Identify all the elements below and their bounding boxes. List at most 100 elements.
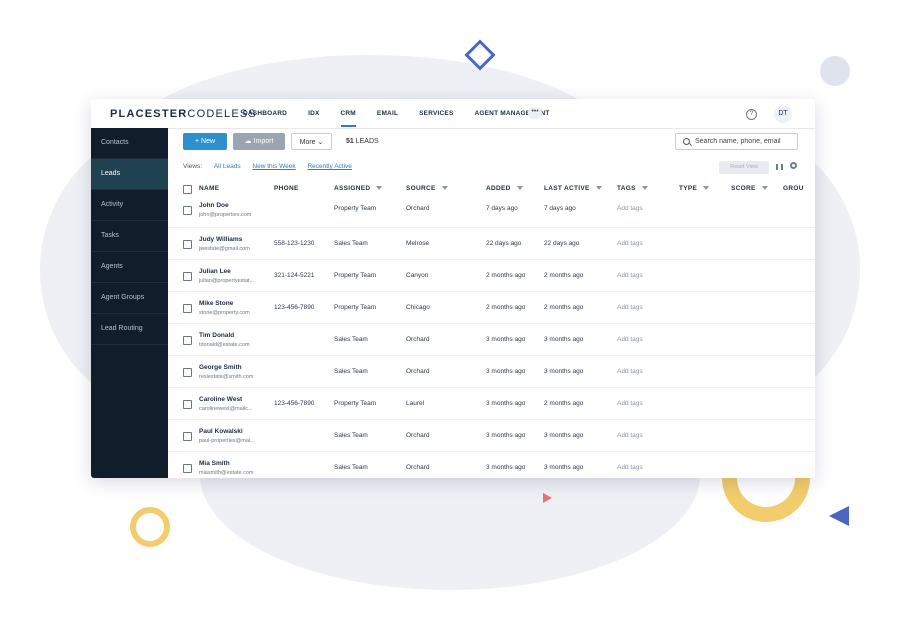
header-phone[interactable]: PHONE [274,185,299,192]
lead-assigned: Sales Team [334,336,368,343]
new-lead-button[interactable]: + New [183,133,227,150]
lead-email: jwestate@gmail.com [199,246,250,252]
table-row[interactable]: Caroline West carolinewest@mailc... 123-45… [168,388,815,420]
lead-email: stone@property.com [199,310,250,316]
columns-icon[interactable] [776,164,783,170]
add-tags-link[interactable]: Add tags [617,272,643,279]
row-checkbox[interactable] [183,464,192,473]
reset-view-button[interactable]: Reset View [719,161,769,174]
filter-icon[interactable] [595,186,602,191]
sidebar-item-activity[interactable]: Activity [91,190,168,221]
more-nav-button[interactable]: ••• [528,107,542,119]
lead-name[interactable]: Judy Williams [199,236,242,243]
lead-source: Orchard [406,464,430,471]
row-checkbox[interactable] [183,272,192,281]
row-checkbox[interactable] [183,206,192,215]
sidebar-item-tasks[interactable]: Tasks [91,221,168,252]
lead-source: Canyon [406,272,429,279]
table-row[interactable]: Paul Kowalski paul-properties@mai... Sales… [168,420,815,452]
help-icon[interactable]: ? [746,109,757,120]
nav-idx[interactable]: IDX [308,110,319,117]
filter-icon[interactable] [516,186,523,191]
table-row[interactable]: Tim Donald tdonald@estate.com Sales Team Or… [168,324,815,356]
header-tags[interactable]: TAGS [617,185,648,192]
row-checkbox[interactable] [183,240,192,249]
sidebar-item-leads[interactable]: Leads [91,159,168,190]
table-row[interactable]: John Doe john@properties.com Property Team… [168,200,815,228]
lead-phone: 558-123-1230 [274,240,315,247]
sidebar: Contacts Leads Activity Tasks Agents Age… [91,128,168,478]
lead-added: 3 months ago [486,432,526,439]
search-input[interactable] [695,135,795,148]
more-dropdown[interactable]: More ⌄ [291,133,332,150]
nav-dashboard[interactable]: DASHBOARD [243,110,287,117]
search-box[interactable] [675,133,798,150]
decorative-half-ring [722,478,810,522]
lead-added: 22 days ago [486,240,522,247]
view-all-leads[interactable]: All Leads [214,163,241,170]
lead-email: miasmith@estate.com [199,470,254,476]
lead-name[interactable]: Mia Smith [199,460,230,467]
row-checkbox[interactable] [183,432,192,441]
nav-crm[interactable]: CRM [340,110,357,127]
cloud-upload-icon: ☁ [244,138,252,145]
lead-name[interactable]: George Smith [199,364,242,371]
lead-name[interactable]: Caroline West [199,396,242,403]
nav-email[interactable]: EMAIL [377,110,398,117]
lead-name[interactable]: Tim Donald [199,332,234,339]
sidebar-item-agents[interactable]: Agents [91,252,168,283]
row-checkbox[interactable] [183,400,192,409]
add-tags-link[interactable]: Add tags [617,368,643,375]
add-tags-link[interactable]: Add tags [617,400,643,407]
row-checkbox[interactable] [183,368,192,377]
header-source[interactable]: SOURCE [406,185,448,192]
sidebar-item-agent-groups[interactable]: Agent Groups [91,283,168,314]
sidebar-item-contacts[interactable]: Contacts [91,128,168,159]
nav-services[interactable]: SERVICES [419,110,453,117]
filter-icon[interactable] [641,186,648,191]
logo[interactable]: PLACESTERCODELESS [110,108,257,120]
add-tags-link[interactable]: Add tags [617,336,643,343]
select-all-checkbox[interactable] [183,185,192,194]
lead-name[interactable]: Mike Stone [199,300,233,307]
add-tags-link[interactable]: Add tags [617,464,643,471]
filter-icon[interactable] [761,186,768,191]
header-type[interactable]: TYPE [679,185,710,192]
header-score[interactable]: SCORE [731,185,768,192]
lead-name[interactable]: John Doe [199,202,229,209]
filter-icon[interactable] [376,186,383,191]
row-checkbox[interactable] [183,304,192,313]
table-row[interactable]: George Smith resiestate@smith.com Sales Te… [168,356,815,388]
lead-last-active: 2 months ago [544,272,584,279]
header-added[interactable]: ADDED [486,185,523,192]
add-tags-link[interactable]: Add tags [617,304,643,311]
table-row[interactable]: Julian Lee julian@propertyestat... 321-124… [168,260,815,292]
table-row[interactable]: Judy Williams jwestate@gmail.com 558-123-1… [168,228,815,260]
header-assigned[interactable]: ASSIGNED [334,185,383,192]
view-recently-active[interactable]: Recently Active [307,163,351,170]
import-button[interactable]: ☁ Import [233,133,285,150]
sidebar-item-lead-routing[interactable]: Lead Routing [91,314,168,345]
gear-icon[interactable] [790,162,797,169]
table-row[interactable]: Mike Stone stone@property.com 123-456-7890… [168,292,815,324]
leads-panel: + New ☁ Import More ⌄ 51 LEADS Views: Al… [168,128,815,478]
table-row[interactable]: Mia Smith miasmith@estate.com Sales Team Or… [168,452,815,478]
add-tags-link[interactable]: Add tags [617,240,643,247]
avatar[interactable]: DT [774,105,792,123]
lead-last-active: 7 days ago [544,205,576,212]
header-last-active[interactable]: LAST ACTIVE [544,185,602,192]
lead-name[interactable]: Julian Lee [199,268,231,275]
view-new-this-week[interactable]: New this Week [252,163,295,170]
header-name[interactable]: NAME [199,185,219,192]
add-tags-link[interactable]: Add tags [617,205,643,212]
add-tags-link[interactable]: Add tags [617,432,643,439]
row-checkbox[interactable] [183,336,192,345]
header-group[interactable]: GROU [783,185,804,192]
lead-assigned: Sales Team [334,464,368,471]
chevron-down-icon: ⌄ [317,139,324,146]
lead-assigned: Property Team [334,304,377,311]
filter-icon[interactable] [703,186,710,191]
filter-icon[interactable] [441,186,448,191]
lead-last-active: 2 months ago [544,400,584,407]
lead-name[interactable]: Paul Kowalski [199,428,243,435]
